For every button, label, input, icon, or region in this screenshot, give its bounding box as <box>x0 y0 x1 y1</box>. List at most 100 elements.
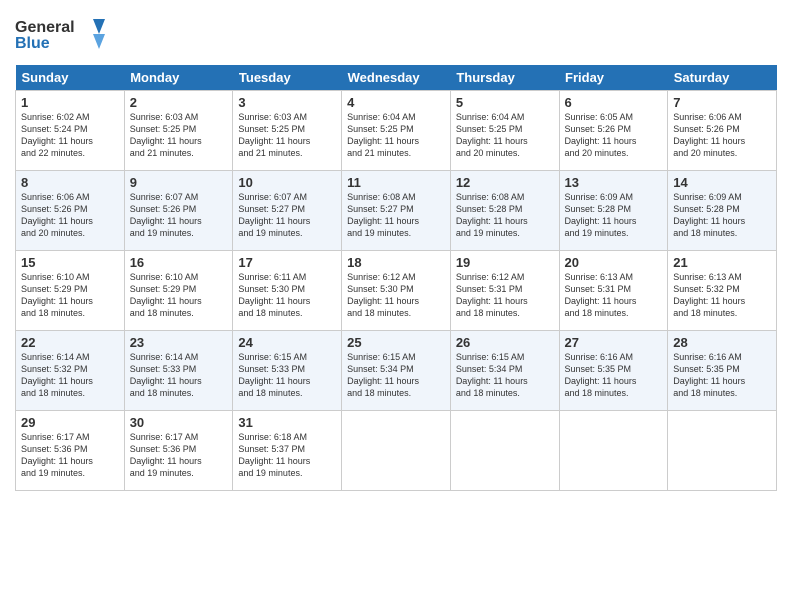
calendar-body: 1Sunrise: 6:02 AM Sunset: 5:24 PM Daylig… <box>16 91 777 491</box>
day-cell: 18Sunrise: 6:12 AM Sunset: 5:30 PM Dayli… <box>342 251 451 331</box>
day-number: 4 <box>347 95 445 110</box>
day-cell: 20Sunrise: 6:13 AM Sunset: 5:31 PM Dayli… <box>559 251 668 331</box>
day-info: Sunrise: 6:10 AM Sunset: 5:29 PM Dayligh… <box>130 271 228 320</box>
day-info: Sunrise: 6:05 AM Sunset: 5:26 PM Dayligh… <box>565 111 663 160</box>
day-cell: 7Sunrise: 6:06 AM Sunset: 5:26 PM Daylig… <box>668 91 777 171</box>
day-cell: 27Sunrise: 6:16 AM Sunset: 5:35 PM Dayli… <box>559 331 668 411</box>
day-cell <box>450 411 559 491</box>
day-number: 28 <box>673 335 771 350</box>
day-cell: 5Sunrise: 6:04 AM Sunset: 5:25 PM Daylig… <box>450 91 559 171</box>
day-cell: 2Sunrise: 6:03 AM Sunset: 5:25 PM Daylig… <box>124 91 233 171</box>
day-cell: 11Sunrise: 6:08 AM Sunset: 5:27 PM Dayli… <box>342 171 451 251</box>
header-cell-monday: Monday <box>124 65 233 91</box>
week-row-1: 1Sunrise: 6:02 AM Sunset: 5:24 PM Daylig… <box>16 91 777 171</box>
day-cell: 10Sunrise: 6:07 AM Sunset: 5:27 PM Dayli… <box>233 171 342 251</box>
day-info: Sunrise: 6:04 AM Sunset: 5:25 PM Dayligh… <box>456 111 554 160</box>
day-number: 21 <box>673 255 771 270</box>
day-number: 12 <box>456 175 554 190</box>
day-number: 27 <box>565 335 663 350</box>
day-cell <box>668 411 777 491</box>
day-info: Sunrise: 6:06 AM Sunset: 5:26 PM Dayligh… <box>21 191 119 240</box>
day-info: Sunrise: 6:16 AM Sunset: 5:35 PM Dayligh… <box>565 351 663 400</box>
header-cell-thursday: Thursday <box>450 65 559 91</box>
page-container: General Blue SundayMondayTuesdayWednesda… <box>0 0 792 501</box>
day-info: Sunrise: 6:17 AM Sunset: 5:36 PM Dayligh… <box>130 431 228 480</box>
day-info: Sunrise: 6:17 AM Sunset: 5:36 PM Dayligh… <box>21 431 119 480</box>
day-number: 17 <box>238 255 336 270</box>
day-number: 29 <box>21 415 119 430</box>
day-number: 3 <box>238 95 336 110</box>
day-number: 13 <box>565 175 663 190</box>
day-number: 1 <box>21 95 119 110</box>
day-info: Sunrise: 6:10 AM Sunset: 5:29 PM Dayligh… <box>21 271 119 320</box>
day-cell: 29Sunrise: 6:17 AM Sunset: 5:36 PM Dayli… <box>16 411 125 491</box>
day-cell: 17Sunrise: 6:11 AM Sunset: 5:30 PM Dayli… <box>233 251 342 331</box>
day-cell: 23Sunrise: 6:14 AM Sunset: 5:33 PM Dayli… <box>124 331 233 411</box>
day-info: Sunrise: 6:14 AM Sunset: 5:32 PM Dayligh… <box>21 351 119 400</box>
day-info: Sunrise: 6:15 AM Sunset: 5:34 PM Dayligh… <box>347 351 445 400</box>
day-info: Sunrise: 6:09 AM Sunset: 5:28 PM Dayligh… <box>673 191 771 240</box>
day-number: 9 <box>130 175 228 190</box>
week-row-2: 8Sunrise: 6:06 AM Sunset: 5:26 PM Daylig… <box>16 171 777 251</box>
day-info: Sunrise: 6:12 AM Sunset: 5:31 PM Dayligh… <box>456 271 554 320</box>
day-number: 25 <box>347 335 445 350</box>
logo-text: General Blue <box>15 14 105 59</box>
day-info: Sunrise: 6:15 AM Sunset: 5:33 PM Dayligh… <box>238 351 336 400</box>
day-info: Sunrise: 6:02 AM Sunset: 5:24 PM Dayligh… <box>21 111 119 160</box>
day-number: 19 <box>456 255 554 270</box>
day-info: Sunrise: 6:07 AM Sunset: 5:27 PM Dayligh… <box>238 191 336 240</box>
day-info: Sunrise: 6:03 AM Sunset: 5:25 PM Dayligh… <box>130 111 228 160</box>
day-cell: 16Sunrise: 6:10 AM Sunset: 5:29 PM Dayli… <box>124 251 233 331</box>
day-number: 14 <box>673 175 771 190</box>
day-number: 20 <box>565 255 663 270</box>
day-info: Sunrise: 6:11 AM Sunset: 5:30 PM Dayligh… <box>238 271 336 320</box>
day-info: Sunrise: 6:16 AM Sunset: 5:35 PM Dayligh… <box>673 351 771 400</box>
day-info: Sunrise: 6:08 AM Sunset: 5:27 PM Dayligh… <box>347 191 445 240</box>
day-info: Sunrise: 6:15 AM Sunset: 5:34 PM Dayligh… <box>456 351 554 400</box>
day-cell: 25Sunrise: 6:15 AM Sunset: 5:34 PM Dayli… <box>342 331 451 411</box>
header-cell-wednesday: Wednesday <box>342 65 451 91</box>
day-cell: 13Sunrise: 6:09 AM Sunset: 5:28 PM Dayli… <box>559 171 668 251</box>
day-info: Sunrise: 6:18 AM Sunset: 5:37 PM Dayligh… <box>238 431 336 480</box>
day-number: 11 <box>347 175 445 190</box>
day-info: Sunrise: 6:14 AM Sunset: 5:33 PM Dayligh… <box>130 351 228 400</box>
day-number: 30 <box>130 415 228 430</box>
day-cell: 31Sunrise: 6:18 AM Sunset: 5:37 PM Dayli… <box>233 411 342 491</box>
day-info: Sunrise: 6:08 AM Sunset: 5:28 PM Dayligh… <box>456 191 554 240</box>
logo: General Blue <box>15 14 105 59</box>
week-row-3: 15Sunrise: 6:10 AM Sunset: 5:29 PM Dayli… <box>16 251 777 331</box>
day-info: Sunrise: 6:12 AM Sunset: 5:30 PM Dayligh… <box>347 271 445 320</box>
day-number: 23 <box>130 335 228 350</box>
svg-text:Blue: Blue <box>15 35 50 52</box>
day-number: 31 <box>238 415 336 430</box>
day-number: 15 <box>21 255 119 270</box>
week-row-4: 22Sunrise: 6:14 AM Sunset: 5:32 PM Dayli… <box>16 331 777 411</box>
header-cell-sunday: Sunday <box>16 65 125 91</box>
header-cell-saturday: Saturday <box>668 65 777 91</box>
day-number: 22 <box>21 335 119 350</box>
header-cell-friday: Friday <box>559 65 668 91</box>
day-cell: 24Sunrise: 6:15 AM Sunset: 5:33 PM Dayli… <box>233 331 342 411</box>
day-number: 24 <box>238 335 336 350</box>
day-number: 7 <box>673 95 771 110</box>
day-cell <box>559 411 668 491</box>
day-info: Sunrise: 6:03 AM Sunset: 5:25 PM Dayligh… <box>238 111 336 160</box>
day-number: 2 <box>130 95 228 110</box>
svg-text:General: General <box>15 19 75 36</box>
day-cell: 6Sunrise: 6:05 AM Sunset: 5:26 PM Daylig… <box>559 91 668 171</box>
calendar-table: SundayMondayTuesdayWednesdayThursdayFrid… <box>15 65 777 491</box>
day-number: 18 <box>347 255 445 270</box>
day-cell: 9Sunrise: 6:07 AM Sunset: 5:26 PM Daylig… <box>124 171 233 251</box>
day-cell: 3Sunrise: 6:03 AM Sunset: 5:25 PM Daylig… <box>233 91 342 171</box>
day-number: 5 <box>456 95 554 110</box>
week-row-5: 29Sunrise: 6:17 AM Sunset: 5:36 PM Dayli… <box>16 411 777 491</box>
day-cell: 26Sunrise: 6:15 AM Sunset: 5:34 PM Dayli… <box>450 331 559 411</box>
day-cell: 19Sunrise: 6:12 AM Sunset: 5:31 PM Dayli… <box>450 251 559 331</box>
day-cell: 1Sunrise: 6:02 AM Sunset: 5:24 PM Daylig… <box>16 91 125 171</box>
day-cell: 12Sunrise: 6:08 AM Sunset: 5:28 PM Dayli… <box>450 171 559 251</box>
day-info: Sunrise: 6:07 AM Sunset: 5:26 PM Dayligh… <box>130 191 228 240</box>
day-cell: 4Sunrise: 6:04 AM Sunset: 5:25 PM Daylig… <box>342 91 451 171</box>
day-info: Sunrise: 6:04 AM Sunset: 5:25 PM Dayligh… <box>347 111 445 160</box>
day-info: Sunrise: 6:06 AM Sunset: 5:26 PM Dayligh… <box>673 111 771 160</box>
header-row: SundayMondayTuesdayWednesdayThursdayFrid… <box>16 65 777 91</box>
